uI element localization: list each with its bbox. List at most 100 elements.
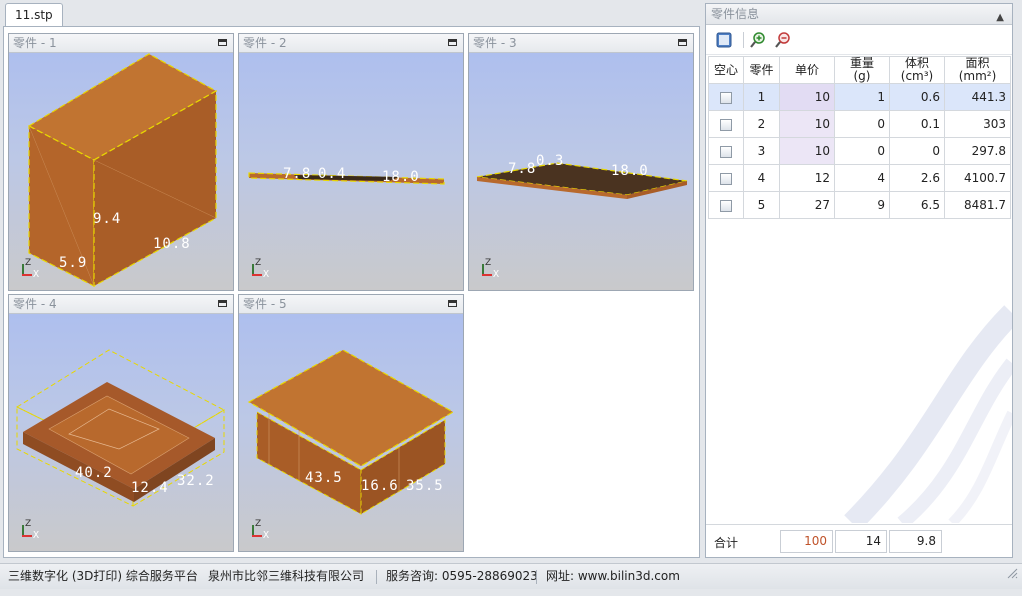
app-window: 11.stp 零件 - 1 9.4 10.8 5.9 Z X 零件 - 2 7.… [0,0,1022,596]
viewport-grid: 零件 - 1 9.4 10.8 5.9 Z X 零件 - 2 7.8 0.4 1… [3,26,700,558]
viewport-title: 零件 - 4 [13,297,57,311]
cell-price[interactable]: 10 [779,110,835,138]
cell-area: 303 [944,110,1011,138]
panel-title: 零件信息 [711,7,760,21]
cell-volume: 0 [889,137,945,165]
part-5-model [247,349,455,515]
col-hollow[interactable]: 空心 [708,56,744,84]
maximize-icon[interactable] [678,39,687,46]
hollow-checkbox[interactable] [720,145,732,158]
cell-volume: 0.1 [889,110,945,138]
cell-volume: 6.5 [889,191,945,219]
dimension-label: 12.4 [131,480,169,496]
total-weight: 14 [835,530,887,553]
viewport-header: 零件 - 3 [469,34,693,53]
viewport-part-5[interactable]: 零件 - 5 43.5 16.6 35.5 Z X [238,294,464,552]
viewport-title: 零件 - 1 [13,36,57,50]
maximize-icon[interactable] [218,39,227,46]
viewport-canvas[interactable]: 9.4 10.8 5.9 Z X [9,53,233,290]
zoom-out-icon[interactable] [774,31,792,49]
col-part[interactable]: 零件 [743,56,780,84]
dimension-label: 18.0 [611,163,649,179]
table-row[interactable]: 5 27 9 6.5 8481.7 [708,191,1011,219]
viewport-canvas[interactable]: 7.8 0.3 18.0 Z X [469,53,693,290]
viewport-part-2[interactable]: 零件 - 2 7.8 0.4 18.0 Z X [238,33,464,291]
select-all-icon[interactable] [715,31,733,49]
parts-table: 空心 零件 单价 重量 (g) 体积 (cm³) 面积 (mm²) 1 10 1 0.… [708,56,1011,219]
axis-triad-icon: Z X [21,519,43,543]
dimension-label: 0.3 [536,153,565,169]
col-price[interactable]: 单价 [779,56,835,84]
cell-price[interactable]: 10 [779,83,835,111]
cell-volume: 2.6 [889,164,945,192]
hollow-checkbox[interactable] [720,91,732,104]
maximize-icon[interactable] [218,300,227,307]
dimension-label: 35.5 [406,478,444,494]
dimension-label: 16.6 [361,478,399,494]
viewport-part-4[interactable]: 零件 - 4 40.2 12.4 32.2 Z X [8,294,234,552]
axis-triad-icon: Z X [481,258,503,282]
total-volume: 9.8 [889,530,942,553]
dimension-label: 5.9 [59,255,88,271]
viewport-part-1[interactable]: 零件 - 1 9.4 10.8 5.9 Z X [8,33,234,291]
decorative-swirl [844,305,1012,523]
total-price: 100 [780,530,833,553]
maximize-icon[interactable] [448,39,457,46]
status-website[interactable]: 网址: www.bilin3d.com [546,564,680,589]
part-info-panel: 零件信息 ▲ 空心 零件 单价 重量 (g) 体积 (cm³) 面积 (mm²)… [705,3,1013,558]
status-phone: 服务咨询: 0595-28869023 [386,569,538,583]
total-row: 合计 100 14 9.8 [706,524,1012,557]
dimension-label: 40.2 [75,465,113,481]
col-volume[interactable]: 体积 (cm³) [889,56,945,84]
status-bar: 三维数字化 (3D打印) 综合服务平台 泉州市比邻三维科技有限公司 服务咨询: … [0,563,1022,589]
cell-weight: 0 [834,137,890,165]
viewport-canvas[interactable]: 40.2 12.4 32.2 Z X [9,314,233,551]
panel-toolbar [706,25,1012,55]
hollow-checkbox[interactable] [720,118,732,131]
dimension-label: 9.4 [93,211,122,227]
viewport-title: 零件 - 3 [473,36,517,50]
document-area: 11.stp 零件 - 1 9.4 10.8 5.9 Z X 零件 - 2 7.… [3,3,700,558]
viewport-header: 零件 - 5 [239,295,463,314]
cell-price[interactable]: 12 [779,164,835,192]
table-row[interactable]: 4 12 4 2.6 4100.7 [708,164,1011,192]
cell-price[interactable]: 10 [779,137,835,165]
hollow-checkbox[interactable] [720,172,732,185]
viewport-header: 零件 - 2 [239,34,463,53]
table-row[interactable]: 1 10 1 0.6 441.3 [708,83,1011,111]
maximize-icon[interactable] [448,300,457,307]
total-label: 合计 [714,536,739,550]
cell-weight: 4 [834,164,890,192]
viewport-canvas[interactable]: 7.8 0.4 18.0 Z X [239,53,463,290]
panel-header: 零件信息 ▲ [706,4,1012,25]
dimension-label: 7.8 [283,166,312,182]
axis-triad-icon: Z X [251,519,273,543]
cell-price[interactable]: 27 [779,191,835,219]
part-2-model [248,172,445,185]
cell-part: 4 [743,164,780,192]
col-weight[interactable]: 重量 (g) [834,56,890,84]
cell-part: 1 [743,83,780,111]
col-area[interactable]: 面积 (mm²) [944,56,1011,84]
part-4-model [15,349,226,507]
part-3-model [476,162,688,199]
dimension-label: 32.2 [177,473,215,489]
cell-area: 297.8 [944,137,1011,165]
cell-part: 2 [743,110,780,138]
dimension-label: 43.5 [305,470,343,486]
cell-area: 4100.7 [944,164,1011,192]
table-header-row: 空心 零件 单价 重量 (g) 体积 (cm³) 面积 (mm²) [708,56,1011,84]
viewport-part-3[interactable]: 零件 - 3 7.8 0.3 18.0 Z X [468,33,694,291]
zoom-in-icon[interactable] [749,31,767,49]
table-row[interactable]: 3 10 0 0 297.8 [708,137,1011,165]
resize-grip-icon[interactable] [1006,567,1018,579]
viewport-canvas[interactable]: 43.5 16.6 35.5 Z X [239,314,463,551]
hollow-checkbox[interactable] [720,199,732,212]
viewport-header: 零件 - 4 [9,295,233,314]
document-tab[interactable]: 11.stp [5,3,63,27]
cell-area: 8481.7 [944,191,1011,219]
viewport-title: 零件 - 2 [243,36,287,50]
cell-volume: 0.6 [889,83,945,111]
viewport-title: 零件 - 5 [243,297,287,311]
table-row[interactable]: 2 10 0 0.1 303 [708,110,1011,138]
